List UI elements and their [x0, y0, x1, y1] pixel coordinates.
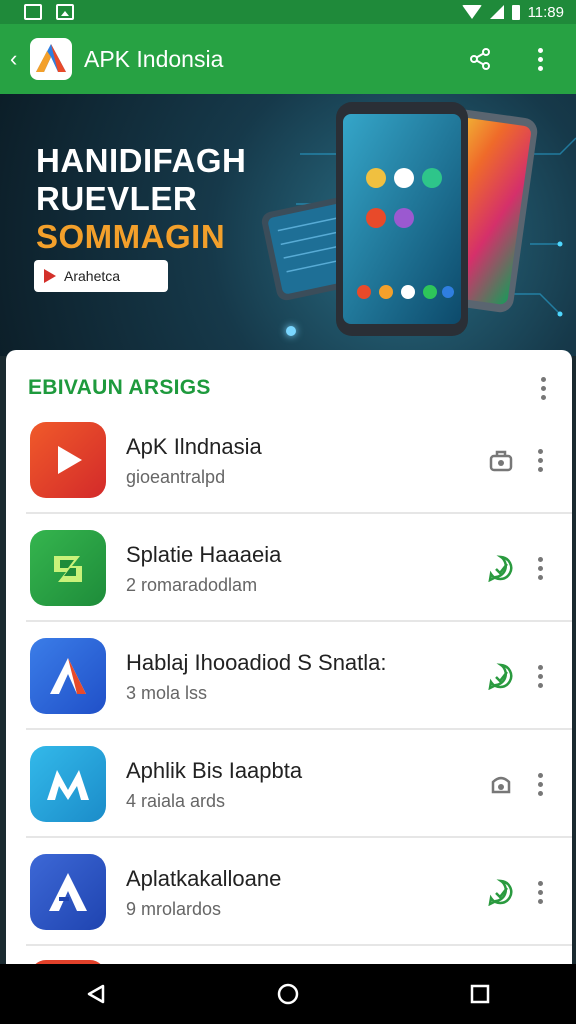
play-icon: [44, 269, 56, 283]
chevron-left-icon[interactable]: ‹: [10, 46, 30, 72]
status-bar: 11:89: [0, 0, 576, 24]
list-item[interactable]: Aplatkakalloane 9 mrolardos: [6, 838, 572, 946]
banner-line-1: HANIDIFAGH: [36, 142, 247, 179]
download-icon: [491, 776, 511, 794]
play-app-icon: [30, 422, 106, 498]
banner-headline: HANIDIFAGH RUEVLER SOMMAGIN: [36, 142, 246, 256]
wifi-icon: [461, 5, 482, 19]
item-more-button[interactable]: [528, 664, 552, 688]
section-title: EBIVAUN ARSIGS: [28, 376, 211, 399]
item-sub: 4 raiala ards: [126, 790, 226, 811]
more-vert-icon: [537, 448, 543, 472]
green-app-icon: [30, 530, 106, 606]
image-notification-icon: [56, 4, 74, 20]
more-vert-icon: [537, 556, 543, 580]
notification-icon: [24, 4, 42, 20]
banner-cta-button[interactable]: Arahetca: [34, 260, 168, 292]
check-download-icon: [488, 879, 513, 906]
item-more-button[interactable]: [528, 556, 552, 580]
app-logo: [30, 38, 72, 80]
share-icon: [470, 48, 490, 70]
banner-cta-label: Arahetca: [64, 268, 121, 284]
status-right: 11:89: [461, 3, 564, 21]
promo-banner[interactable]: HANIDIFAGH RUEVLER SOMMAGIN Arahetca: [0, 94, 576, 356]
nav-home-button[interactable]: [268, 974, 308, 1014]
item-name: Splatie Haaaeia: [126, 541, 282, 567]
a-app-icon: [30, 638, 106, 714]
check-download-icon: [488, 555, 513, 582]
phones-illustration: [261, 102, 538, 336]
download-button[interactable]: [486, 769, 516, 799]
back-triangle-icon: [87, 984, 105, 1004]
carousel-indicator: [286, 326, 296, 336]
item-sub: 2 romaradodlam: [126, 574, 258, 595]
item-name: ApK Ilndnasia: [126, 433, 262, 459]
apps-sheet: EBIVAUN ARSIGS ApK Ilndnasia gioeantralp…: [6, 350, 572, 970]
check-download-icon: [488, 663, 513, 690]
list-item[interactable]: Splatie Haaaeia 2 romaradodlam: [6, 514, 572, 622]
more-vert-icon: [537, 772, 543, 796]
banner-line-2: RUEVLER: [36, 180, 198, 217]
item-sub: 3 mola lss: [126, 682, 208, 703]
more-vert-button[interactable]: [522, 41, 558, 77]
share-button[interactable]: [462, 41, 498, 77]
divider: [26, 944, 572, 946]
signal-icon: [489, 5, 504, 19]
nav-recents-button[interactable]: [460, 974, 500, 1014]
download-button[interactable]: [486, 445, 516, 475]
item-more-button[interactable]: [528, 448, 552, 472]
item-name: Aphlik Bis Iaapbta: [126, 757, 303, 783]
download-icon: [489, 450, 513, 472]
item-sub: gioeantralpd: [126, 466, 226, 487]
app-title: APK Indonsia: [84, 45, 224, 72]
section-more-icon[interactable]: [541, 376, 546, 400]
status-left: [24, 4, 74, 20]
list-item[interactable]: Hablaj Ihooadiod S Snatla: 3 mola lss: [6, 622, 572, 730]
item-sub: 9 mrolardos: [126, 898, 222, 919]
banner-line-3: SOMMAGIN: [36, 218, 226, 255]
home-circle-icon: [277, 983, 299, 1005]
app-bar: ‹ APK Indonsia: [0, 24, 576, 94]
more-vert-icon: [537, 47, 543, 71]
system-nav-bar: [0, 964, 576, 1024]
list-item[interactable]: Aphlik Bis Iaapbta 4 raiala ards: [6, 730, 572, 838]
item-more-button[interactable]: [528, 772, 552, 796]
more-vert-icon: [537, 664, 543, 688]
a-app-icon: [30, 854, 106, 930]
item-more-button[interactable]: [528, 880, 552, 904]
item-name: Hablaj Ihooadiod S Snatla:: [126, 649, 387, 675]
recents-square-icon: [470, 984, 490, 1004]
item-name: Aplatkakalloane: [126, 865, 282, 891]
check-download-button[interactable]: [486, 661, 516, 691]
list-item[interactable]: ApK Ilndnasia gioeantralpd: [6, 406, 572, 514]
m-app-icon: [30, 746, 106, 822]
battery-icon: [511, 4, 520, 20]
check-download-button[interactable]: [486, 553, 516, 583]
check-download-button[interactable]: [486, 877, 516, 907]
more-vert-icon: [537, 880, 543, 904]
nav-back-button[interactable]: [76, 974, 116, 1014]
status-time: 11:89: [527, 3, 564, 21]
